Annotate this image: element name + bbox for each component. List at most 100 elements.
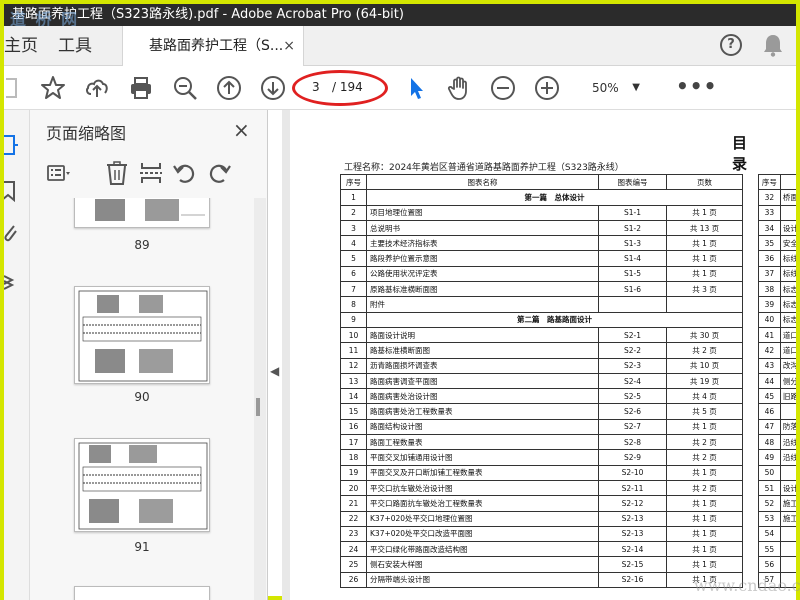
- zoom-out-icon[interactable]: [490, 75, 516, 101]
- table-row: 20 平交口抗车辙处治设计图 S2-11 共 2 页: [340, 479, 743, 497]
- drawing-name: [779, 541, 796, 558]
- row-number: 39: [758, 296, 781, 313]
- table-row: 24 平交口绿化带路面改造结构图 S2-14 共 1 页: [340, 541, 743, 558]
- page-thumbnail-91[interactable]: [74, 438, 210, 532]
- column-header: 图表编号: [598, 173, 667, 191]
- page-count: [666, 296, 743, 313]
- row-number: 33: [758, 204, 781, 221]
- scrollbar-thumb[interactable]: [256, 398, 260, 416]
- next-page-icon[interactable]: [260, 75, 286, 101]
- bell-icon[interactable]: [762, 33, 784, 61]
- page-count: 共 1 页: [666, 464, 743, 481]
- row-number: 48: [758, 434, 781, 451]
- star-icon[interactable]: [40, 75, 66, 101]
- row-number: 21: [340, 495, 367, 512]
- document-view: 目 录 工程名称：2024年黄岩区普通省道路基路面养护工程（S323路永线） 序…: [282, 110, 796, 600]
- hand-tool-icon[interactable]: [446, 75, 472, 101]
- drawing-name: 标志: [779, 311, 796, 328]
- table-row: 10 路面设计说明 S2-1 共 30 页: [340, 326, 743, 344]
- table-row: 7 原路基标准横断面图 S1-6 共 3 页: [340, 281, 743, 298]
- row-number: 7: [340, 281, 367, 298]
- drawing-number: S1-3: [598, 235, 667, 252]
- row-number: 40: [758, 311, 781, 328]
- menu-home[interactable]: 主页: [4, 26, 38, 66]
- drawing-name: K37+020处平交口改造平面图: [366, 525, 599, 543]
- section-title: 第一篇 总体设计: [366, 189, 743, 206]
- row-number: 38: [758, 281, 781, 298]
- drawing-name: 沿线: [779, 449, 796, 466]
- table-row: 45旧路: [758, 388, 796, 405]
- row-number: 2: [340, 204, 367, 221]
- drawing-name: 标线: [779, 250, 796, 267]
- select-cursor-icon[interactable]: [404, 75, 430, 101]
- row-number: 3: [340, 219, 367, 237]
- layers-icon[interactable]: [3, 270, 20, 296]
- zoom-in-icon[interactable]: [534, 75, 560, 101]
- extract-pages-icon[interactable]: [138, 160, 164, 186]
- page-count: 共 13 页: [666, 219, 743, 237]
- drawing-name: 标线: [779, 265, 796, 283]
- row-number: 5: [340, 250, 367, 267]
- cloud-upload-icon[interactable]: [84, 75, 110, 101]
- document-tab[interactable]: 基路面养护工程（S... ×: [122, 26, 304, 67]
- menu-tools[interactable]: 工具: [58, 26, 92, 66]
- page-count: 共 2 页: [666, 342, 743, 359]
- table-row: 40标志: [758, 311, 796, 328]
- drawing-name: 路面病害调查平面图: [366, 372, 599, 390]
- page-thumbnail-89[interactable]: [74, 198, 210, 228]
- previous-page-icon[interactable]: [216, 75, 242, 101]
- save-icon[interactable]: [0, 75, 32, 101]
- page-thumbnail-90[interactable]: [74, 286, 210, 384]
- row-number: 22: [340, 510, 367, 527]
- table-row: 26 分隔带端头设计图 S2-16 共 1 页: [340, 571, 743, 589]
- table-row: 39标志: [758, 296, 796, 313]
- row-number: 24: [340, 541, 367, 558]
- table-row: 23 K37+020处平交口改造平面图 S2-13 共 1 页: [340, 525, 743, 543]
- help-icon[interactable]: ?: [720, 34, 742, 56]
- thumbnail-label: 89: [134, 238, 150, 252]
- row-number: 43: [758, 357, 781, 374]
- attachment-icon[interactable]: [4, 222, 20, 248]
- print-icon[interactable]: [128, 75, 154, 101]
- drawing-name: 桥面: [779, 189, 796, 206]
- page-thumbnails-icon[interactable]: [0, 134, 20, 160]
- page-thumbnail-92[interactable]: [74, 586, 210, 600]
- row-number: 10: [340, 326, 367, 344]
- drawing-name: 平面交叉加铺通用设计图: [366, 449, 599, 466]
- zoom-select[interactable]: 50% ▼: [580, 77, 640, 99]
- table-row: 52施工: [758, 495, 796, 512]
- row-number: 44: [758, 372, 781, 390]
- page-count: 共 30 页: [666, 326, 743, 344]
- tab-close-icon[interactable]: ×: [283, 26, 295, 66]
- column-header: 图表名称: [366, 173, 599, 191]
- row-number: 53: [758, 510, 781, 527]
- rotate-left-icon[interactable]: [172, 160, 198, 186]
- thumbnail-options-icon[interactable]: [46, 160, 72, 186]
- drawing-number: S2-3: [598, 357, 667, 374]
- table-row: 33: [758, 204, 796, 221]
- drawing-name: 设计: [779, 479, 796, 497]
- table-row: 49沿线: [758, 449, 796, 466]
- page-count: 共 1 页: [666, 510, 743, 527]
- row-number: 41: [758, 326, 781, 344]
- table-row: 43改沟: [758, 357, 796, 374]
- row-number: 46: [758, 403, 781, 420]
- trash-icon[interactable]: [104, 160, 130, 186]
- row-number: 50: [758, 464, 781, 481]
- row-number: 6: [340, 265, 367, 283]
- page-count: 共 1 页: [666, 265, 743, 283]
- table-row: 47防落: [758, 418, 796, 436]
- bookmark-icon[interactable]: [1, 180, 20, 206]
- drawing-number: S2-15: [598, 556, 667, 573]
- zoom-out-search-icon[interactable]: [172, 75, 198, 101]
- close-icon[interactable]: ×: [233, 118, 250, 142]
- highlight-annotation: [292, 70, 388, 106]
- row-number: 20: [340, 479, 367, 497]
- page-count: 共 19 页: [666, 372, 743, 390]
- table-row: 17 路面工程数量表 S2-8 共 2 页: [340, 434, 743, 451]
- rotate-right-icon[interactable]: [206, 160, 232, 186]
- more-options-icon[interactable]: •••: [676, 74, 717, 98]
- collapse-panel-icon[interactable]: ◀: [270, 364, 279, 378]
- panel-toolbar: [42, 158, 262, 188]
- drawing-number: S1-1: [598, 204, 667, 221]
